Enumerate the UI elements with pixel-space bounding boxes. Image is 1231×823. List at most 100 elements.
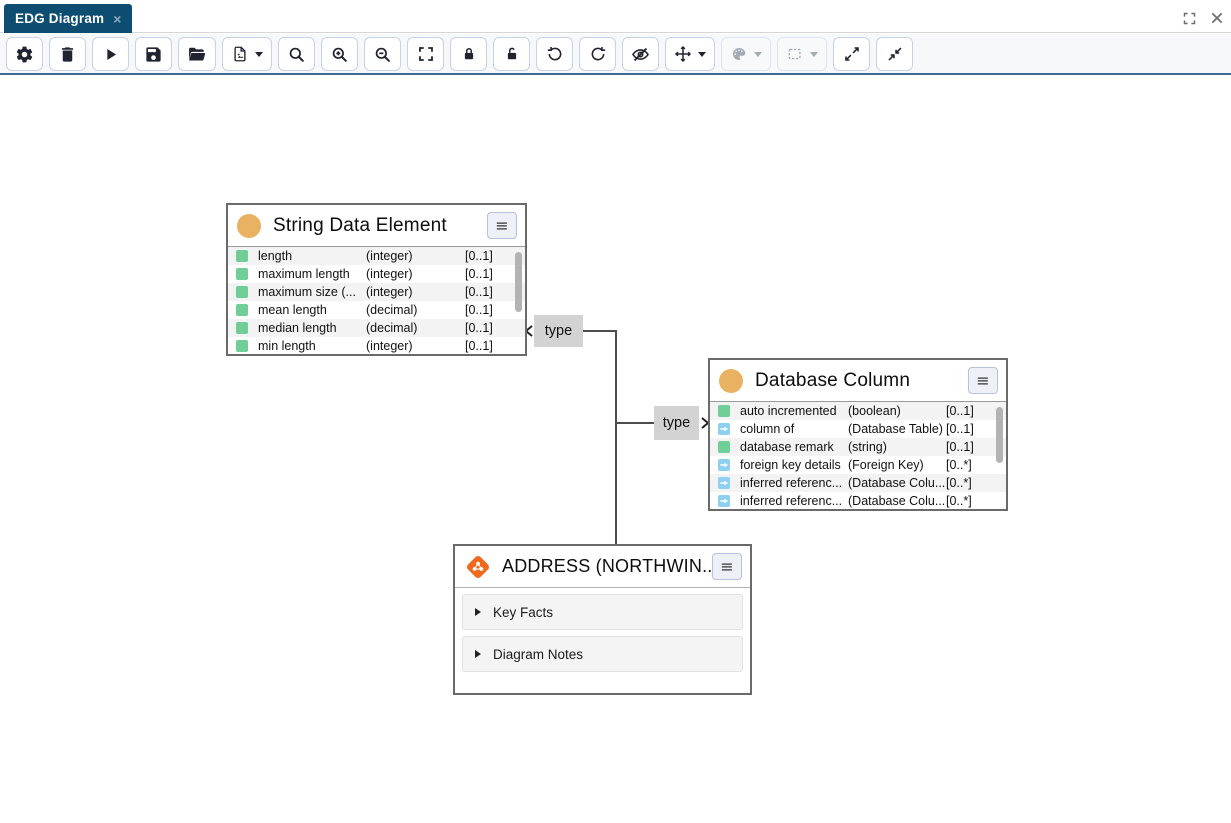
edge-line <box>582 330 616 332</box>
menu-icon: ≡ <box>720 559 733 575</box>
edge-line <box>617 422 654 424</box>
property-row[interactable]: length (integer) [0..1] <box>228 247 525 265</box>
chevron-down-icon <box>698 52 706 57</box>
unlock-button[interactable] <box>493 37 530 71</box>
chevron-down-icon <box>810 52 818 57</box>
chevron-down-icon <box>754 52 762 57</box>
search-button[interactable] <box>278 37 315 71</box>
close-icon[interactable] <box>1209 10 1225 26</box>
attribute-icon <box>236 268 248 280</box>
relation-icon <box>718 423 730 435</box>
hide-button[interactable] <box>622 37 659 71</box>
shape-button <box>777 37 827 71</box>
gear-icon <box>15 45 34 64</box>
collapse-icon <box>886 45 904 63</box>
section-diagram-notes[interactable]: Diagram Notes <box>462 636 743 672</box>
attribute-icon <box>718 441 730 453</box>
property-row[interactable]: maximum length (integer) [0..1] <box>228 265 525 283</box>
node-header: Database Column ≡ <box>710 360 1006 402</box>
expand-icon <box>843 45 861 63</box>
chevron-down-icon <box>255 52 263 57</box>
property-row[interactable]: min length (integer) [0..1] <box>228 337 525 355</box>
scrollbar-thumb[interactable] <box>515 252 522 312</box>
property-row[interactable]: mean length (decimal) [0..1] <box>228 301 525 319</box>
export-button[interactable] <box>222 37 272 71</box>
property-row[interactable]: median length (decimal) [0..1] <box>228 319 525 337</box>
open-button[interactable] <box>178 37 216 71</box>
node-menu-button[interactable]: ≡ <box>968 367 998 394</box>
fit-screen-button[interactable] <box>407 37 444 71</box>
dashed-square-icon <box>786 45 804 63</box>
expander-triangle-icon <box>475 650 481 658</box>
instance-diamond-icon <box>464 553 492 581</box>
property-row[interactable]: auto incremented (boolean) [0..1] <box>710 402 1006 420</box>
run-button[interactable] <box>92 37 129 71</box>
tab-title: EDG Diagram <box>15 11 104 26</box>
node-address-northwind[interactable]: ADDRESS (NORTHWIN... ≡ Key Facts Diagram… <box>453 544 752 695</box>
attribute-icon <box>236 286 248 298</box>
zoom-out-icon <box>373 45 392 64</box>
diagram-canvas[interactable]: type type String Data Element ≡ length (… <box>0 75 1231 823</box>
redo-icon <box>589 45 607 63</box>
edg-diagram-app: EDG Diagram × <box>0 0 1231 823</box>
save-icon <box>144 45 163 64</box>
lock-button[interactable] <box>450 37 487 71</box>
relation-icon <box>718 477 730 489</box>
node-menu-button[interactable]: ≡ <box>487 212 517 239</box>
property-list: length (integer) [0..1] maximum length (… <box>228 247 525 355</box>
tab-edg-diagram[interactable]: EDG Diagram × <box>4 4 132 33</box>
palette-button <box>721 37 771 71</box>
palette-icon <box>730 45 748 63</box>
property-row[interactable]: inferred referenc... (Database Colu... [… <box>710 492 1006 510</box>
save-button[interactable] <box>135 37 172 71</box>
relation-icon <box>718 459 730 471</box>
settings-button[interactable] <box>6 37 43 71</box>
class-circle-icon <box>719 369 743 393</box>
search-icon <box>287 45 306 64</box>
maximize-icon[interactable] <box>1182 11 1197 26</box>
eye-off-icon <box>631 45 650 64</box>
file-export-icon <box>231 45 249 63</box>
attribute-icon <box>236 304 248 316</box>
property-row[interactable]: inferred referenc... (Database Colu... [… <box>710 474 1006 492</box>
redo-button[interactable] <box>579 37 616 71</box>
move-button[interactable] <box>665 37 715 71</box>
node-title: String Data Element <box>273 215 487 237</box>
zoom-in-button[interactable] <box>321 37 358 71</box>
section-key-facts[interactable]: Key Facts <box>462 594 743 630</box>
node-menu-button[interactable]: ≡ <box>712 553 742 580</box>
unlock-icon <box>503 45 521 63</box>
menu-icon: ≡ <box>495 218 508 234</box>
folder-open-icon <box>187 44 207 64</box>
node-string-data-element[interactable]: String Data Element ≡ length (integer) [… <box>226 203 527 356</box>
delete-button[interactable] <box>49 37 86 71</box>
menu-icon: ≡ <box>976 373 989 389</box>
expander-triangle-icon <box>475 608 481 616</box>
move-icon <box>674 45 692 63</box>
trash-icon <box>58 45 77 64</box>
tab-close-icon[interactable]: × <box>113 11 121 27</box>
node-header: String Data Element ≡ <box>228 205 525 247</box>
toolbar <box>0 34 1231 75</box>
collapse-button[interactable] <box>876 37 913 71</box>
property-row[interactable]: foreign key details (Foreign Key) [0..*] <box>710 456 1006 474</box>
expand-button[interactable] <box>833 37 870 71</box>
scrollbar-thumb[interactable] <box>996 407 1003 463</box>
node-title: Database Column <box>755 370 968 392</box>
lock-icon <box>460 45 478 63</box>
property-row[interactable]: column of (Database Table) [0..1] <box>710 420 1006 438</box>
relation-icon <box>718 495 730 507</box>
node-header: ADDRESS (NORTHWIN... ≡ <box>455 546 750 588</box>
property-row[interactable]: database remark (string) [0..1] <box>710 438 1006 456</box>
zoom-in-icon <box>330 45 349 64</box>
edge-line <box>615 330 617 544</box>
zoom-out-button[interactable] <box>364 37 401 71</box>
edge-label-type[interactable]: type <box>534 315 583 347</box>
undo-button[interactable] <box>536 37 573 71</box>
play-icon <box>101 45 120 64</box>
attribute-icon <box>236 322 248 334</box>
property-row[interactable]: maximum size (... (integer) [0..1] <box>228 283 525 301</box>
fit-screen-icon <box>417 45 435 63</box>
node-database-column[interactable]: Database Column ≡ auto incremented (bool… <box>708 358 1008 511</box>
edge-label-type[interactable]: type <box>654 406 699 440</box>
